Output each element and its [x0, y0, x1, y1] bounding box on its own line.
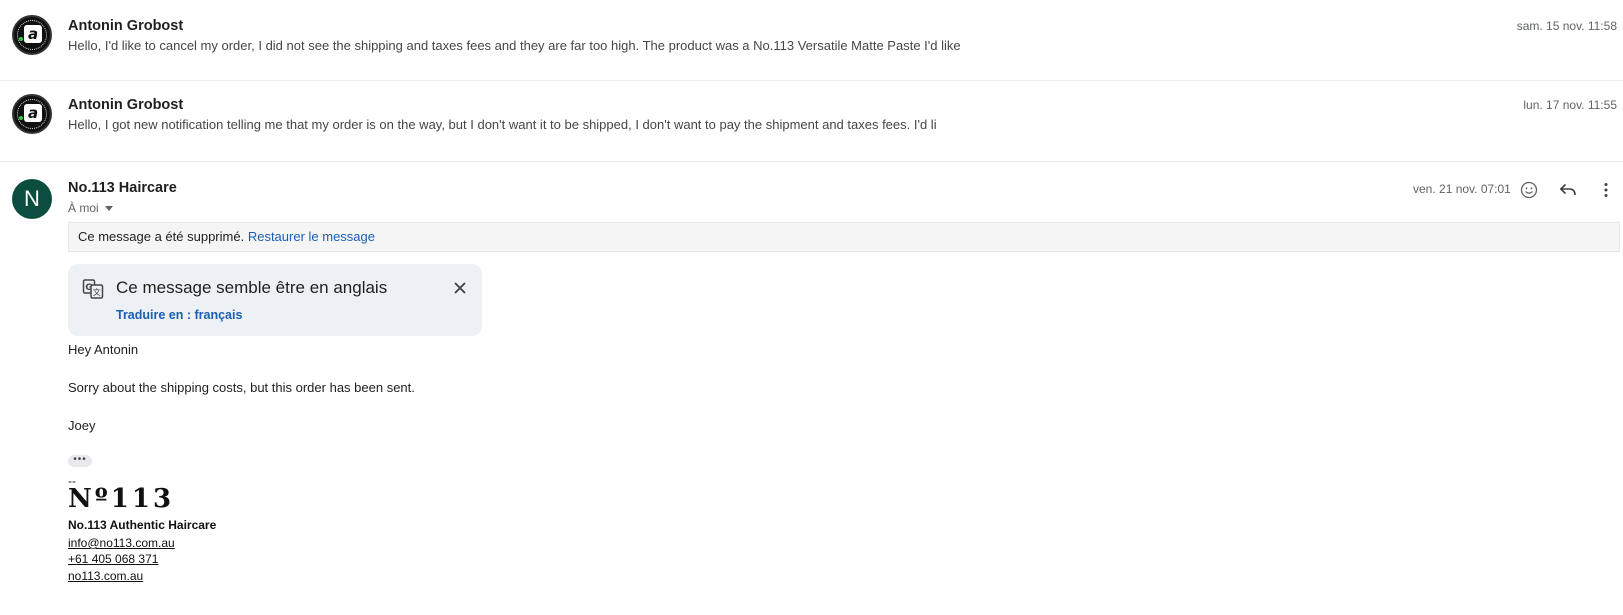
recipient-label: À moi — [68, 201, 99, 215]
translate-banner: G 文 Ce message semble être en anglais Tr… — [68, 264, 482, 336]
sender-avatar: N — [12, 179, 52, 219]
close-icon — [454, 282, 466, 294]
message-date: sam. 15 nov. 11:58 — [1516, 19, 1617, 33]
more-options-button[interactable] — [1592, 176, 1620, 204]
deleted-notice-text: Ce message a été supprimé. — [78, 229, 245, 244]
signature-phone-link[interactable]: +61 405 068 371 — [68, 552, 158, 566]
recipient-details-toggle[interactable]: À moi — [68, 201, 113, 215]
message-body-line: Sorry about the shipping costs, but this… — [68, 380, 415, 395]
sender-name: Antonin Grobost — [68, 97, 184, 113]
svg-text:文: 文 — [93, 287, 101, 297]
sender-name: No.113 Haircare — [68, 180, 177, 196]
show-trimmed-content-button[interactable]: ••• — [68, 455, 92, 467]
reply-icon — [1560, 183, 1576, 196]
signature-company: No.113 Authentic Haircare — [68, 518, 217, 532]
translate-title: Ce message semble être en anglais — [116, 278, 388, 297]
collapsed-message[interactable]: a Antonin Grobost Hello, I'd like to can… — [0, 0, 1623, 81]
translate-icon: G 文 — [82, 279, 104, 299]
sender-avatar: a — [12, 15, 52, 55]
brand-logo: Nº113 — [68, 484, 175, 514]
message-snippet: Hello, I got new notification telling me… — [68, 117, 937, 132]
reply-button[interactable] — [1554, 176, 1582, 204]
sender-name: Antonin Grobost — [68, 18, 184, 34]
message-date: ven. 21 nov. 07:01 — [1413, 182, 1511, 196]
restore-message-link[interactable]: Restaurer le message — [248, 229, 375, 244]
emoji-react-icon — [1520, 181, 1538, 199]
signature-website-link[interactable]: no113.com.au — [68, 569, 143, 583]
more-vert-icon — [1604, 183, 1608, 197]
message-snippet: Hello, I'd like to cancel my order, I di… — [68, 38, 961, 53]
sender-avatar: a — [12, 94, 52, 134]
message-date: lun. 17 nov. 11:55 — [1523, 98, 1617, 112]
message-greeting: Hey Antonin — [68, 342, 139, 357]
caret-down-icon — [104, 206, 113, 212]
close-translate-button[interactable] — [450, 278, 470, 298]
collapsed-message[interactable]: a Antonin Grobost Hello, I got new notif… — [0, 81, 1623, 162]
deleted-message-notice: Ce message a été supprimé. Restaurer le … — [68, 222, 1620, 252]
signature-email-link[interactable]: info@no113.com.au — [68, 536, 175, 550]
emoji-react-button[interactable] — [1515, 176, 1543, 204]
message-signoff: Joey — [68, 418, 96, 433]
translate-action-link[interactable]: Traduire en : français — [116, 308, 242, 322]
